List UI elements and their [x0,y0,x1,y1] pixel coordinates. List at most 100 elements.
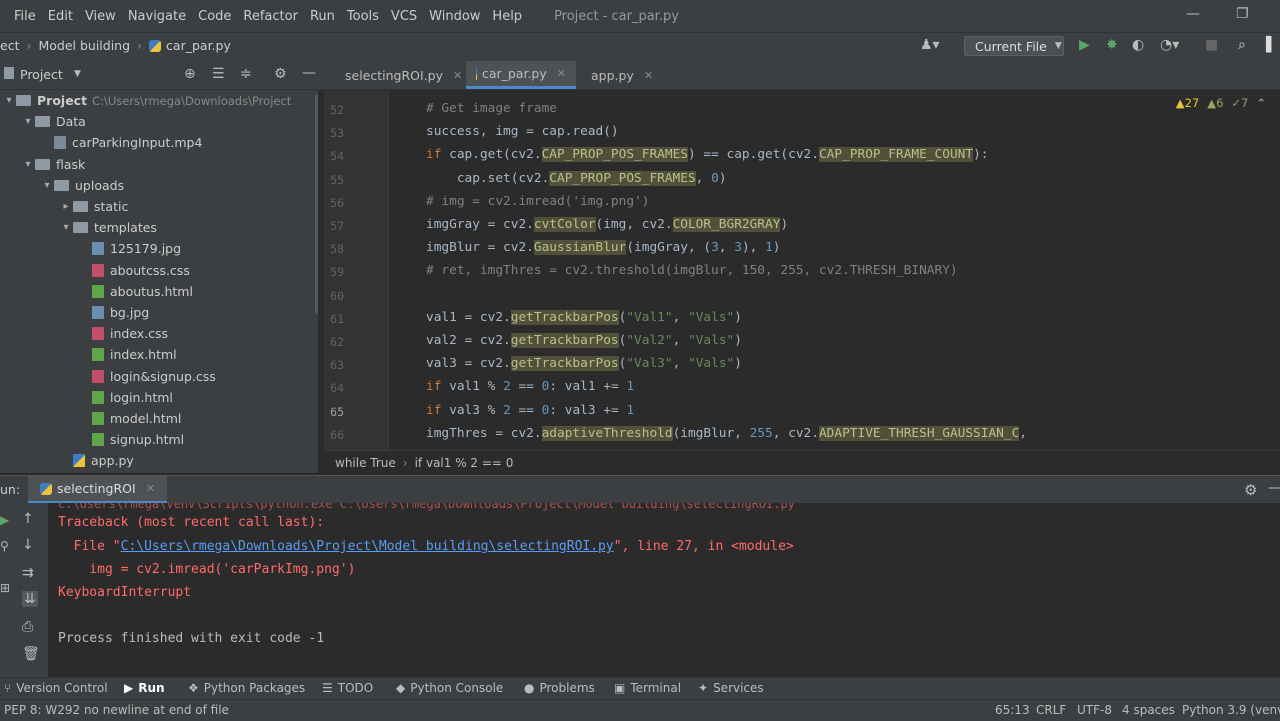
user-icon[interactable]: ♟▾ [920,37,940,53]
code-line[interactable]: imgThres = cv2.adaptiveThreshold(imgBlur… [426,425,1027,441]
tree-item[interactable]: carParkingInput.mp4 [40,132,202,153]
tab-app[interactable]: app.py ✕ [576,61,662,89]
wrench-icon[interactable]: ⚲ [0,539,9,553]
run-console[interactable]: C:\Users\rmega\venv\Scripts\python.exe C… [48,503,1280,677]
menu-code[interactable]: Code [198,9,231,24]
arrow-up-icon[interactable]: ↑ [22,511,34,527]
close-icon[interactable]: ✕ [557,67,566,80]
collapse-all-icon[interactable]: ≑ [240,66,252,82]
code-line[interactable]: # ret, imgThres = cv2.threshold(imgBlur,… [426,263,958,278]
tool-tab-python-console[interactable]: ◆ Python Console [396,681,503,695]
menu-run[interactable]: Run [310,9,335,24]
tree-item[interactable]: login&signup.css [78,366,216,387]
chevron-down-icon[interactable]: ▾ [40,180,54,191]
tree-item[interactable]: signup.html [78,429,184,450]
chevron-up-icon[interactable]: ⌃ [1256,96,1266,110]
run-icon[interactable]: ▶ [1079,37,1090,53]
status-message[interactable]: PEP 8: W292 no newline at end of file [4,703,229,717]
gear-icon[interactable]: ⚙ [1244,481,1257,499]
breadcrumb-project[interactable]: ect [0,38,19,53]
debug-icon[interactable]: ✸ [1106,37,1118,53]
hide-icon[interactable]: — [1268,480,1280,496]
code-line[interactable]: imgBlur = cv2.GaussianBlur(imgGray, (3, … [426,240,781,256]
menu-window[interactable]: Window [429,9,480,24]
code-line[interactable]: cap.set(cv2.CAP_PROP_POS_FRAMES, 0) [426,170,727,186]
menu-vcs[interactable]: VCS [391,9,417,24]
tree-item[interactable]: aboutcss.css [78,260,190,281]
trash-icon[interactable]: 🗑 [22,646,40,662]
tree-item[interactable]: index.css [78,323,168,344]
code-line[interactable]: imgGray = cv2.cvtColor(img, cv2.COLOR_BG… [426,217,788,232]
code-line[interactable]: success, img = cap.read() [426,124,619,139]
tree-item[interactable]: aboutus.html [78,281,193,302]
chevron-right-icon[interactable]: ▸ [59,201,73,212]
menu-help[interactable]: Help [492,9,522,24]
breadcrumb-file[interactable]: car_par.py [166,38,231,53]
inspection-widget[interactable]: ▲27 ▲6 ✓7 ⌃ [1176,96,1266,110]
tool-tab-python-packages[interactable]: ❖ Python Packages [188,681,305,695]
tree-item[interactable]: bg.jpg [78,302,149,323]
settings-icon[interactable]: ▌ [1266,37,1277,53]
line-separator[interactable]: CRLF [1036,703,1066,717]
code-line[interactable]: # Get image frame [426,101,557,116]
caret-position[interactable]: 65:13 [995,703,1030,717]
tree-scrollbar[interactable] [315,94,318,314]
expand-all-icon[interactable]: ☰ [212,66,225,82]
hide-icon[interactable]: — [302,65,316,81]
console-file-link[interactable]: C:\Users\rmega\Downloads\Project\Model b… [121,539,614,554]
tab-selectingroi[interactable]: selectingROI.py ✕ [330,61,466,89]
search-icon[interactable]: ⌕ [1238,37,1246,53]
chevron-down-icon[interactable]: ▾ [21,159,35,170]
profile-icon[interactable]: ◔▾ [1160,37,1179,53]
close-icon[interactable]: ✕ [453,69,462,82]
chevron-down-icon[interactable]: ▼ [74,69,81,79]
code-editor[interactable]: # Get image frame success, img = cap.read… [388,90,1280,450]
close-icon[interactable]: ✕ [146,482,155,495]
tree-item[interactable]: index.html [78,344,177,365]
chevron-down-icon[interactable]: ▾ [59,222,73,233]
stop-icon[interactable]: ■ [1205,37,1218,53]
chevron-down-icon[interactable]: ▾ [2,95,16,106]
chevron-down-icon[interactable]: ▾ [21,116,35,127]
file-encoding[interactable]: UTF-8 [1077,703,1112,717]
tool-tab-problems[interactable]: ● Problems [524,681,595,695]
tree-item[interactable]: ▾ templates [59,217,156,238]
tree-item[interactable]: 125179.jpg [78,238,181,259]
tree-item[interactable]: app.py [59,450,134,471]
pin-icon[interactable]: ⊞ [0,581,10,595]
menu-file[interactable]: File [14,9,36,24]
coverage-icon[interactable]: ◐ [1132,37,1144,53]
code-line[interactable]: val3 = cv2.getTrackbarPos("Val3", "Vals"… [426,356,742,372]
code-line[interactable]: if val3 % 2 == 0: val3 += 1 [426,403,634,418]
indent-setting[interactable]: 4 spaces [1122,703,1175,717]
tool-tab-run[interactable]: ▶ Run [124,681,165,695]
breadcrumb-if[interactable]: if val1 % 2 == 0 [415,456,514,470]
tool-tab-version-control[interactable]: ⑂ Version Control [4,681,108,695]
code-line[interactable]: val2 = cv2.getTrackbarPos("Val2", "Vals"… [426,333,742,348]
soft-wrap-icon[interactable]: ⇉ [22,565,34,581]
breadcrumb-while[interactable]: while True [335,456,396,470]
tree-item[interactable]: login.html [78,387,173,408]
code-line[interactable]: if val1 % 2 == 0: val1 += 1 [426,379,634,394]
minimize-button[interactable]: — [1186,6,1200,22]
project-panel-title[interactable]: Project [20,67,63,82]
tree-item[interactable]: ▾ flask [21,154,85,175]
menu-navigate[interactable]: Navigate [128,9,186,24]
tree-item[interactable]: ▸ static [59,196,128,217]
tab-car-par[interactable]: car_par.py ✕ [466,61,576,89]
rerun-icon[interactable]: ▶ [0,513,9,527]
restore-button[interactable]: ❐ [1236,6,1249,22]
run-configuration-select[interactable]: Current File ▼ [964,36,1064,56]
scroll-to-end-icon[interactable]: ⇊ [22,591,38,607]
print-icon[interactable]: ⎙ [22,619,33,635]
menu-edit[interactable]: Edit [48,9,73,24]
menu-tools[interactable]: Tools [347,9,379,24]
breadcrumb-folder[interactable]: Model building [38,38,130,53]
tree-item[interactable]: ▾ Project C:\Users\rmega\Downloads\Project [2,90,291,111]
code-line[interactable]: # img = cv2.imread('img.png') [426,194,649,209]
code-line[interactable]: if cap.get(cv2.CAP_PROP_POS_FRAMES) == c… [426,147,988,163]
tool-tab-todo[interactable]: ☰ TODO [322,681,373,695]
locate-icon[interactable]: ⊕ [184,66,196,82]
gear-icon[interactable]: ⚙ [274,66,287,82]
run-tab-selectingroi[interactable]: selectingROI ✕ [28,476,167,504]
